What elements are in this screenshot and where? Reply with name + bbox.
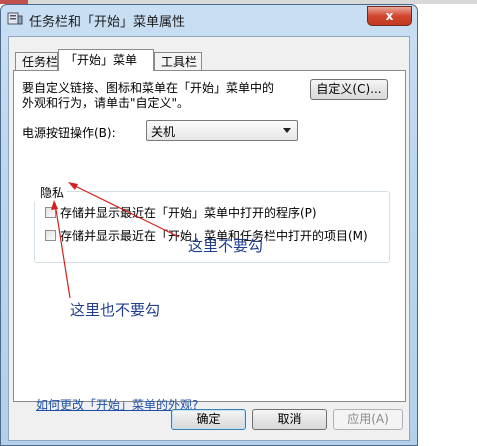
taskbar-properties-icon: [7, 12, 23, 25]
chevron-down-icon: [283, 128, 291, 133]
close-button[interactable]: x: [367, 6, 412, 26]
power-button-select[interactable]: 关机: [146, 120, 298, 141]
properties-dialog: 任务栏和「开始」菜单属性 x 任务栏 「开始」菜单 工具栏 要自定义链接、图标和…: [0, 4, 418, 446]
recent-programs-option[interactable]: 存储并显示最近在「开始」菜单中打开的程序(P): [45, 204, 317, 221]
power-button-label: 电源按钮操作(B):: [22, 126, 116, 140]
tab-start-menu[interactable]: 「开始」菜单: [58, 49, 154, 71]
apply-button[interactable]: 应用(A): [333, 409, 403, 430]
annotation-note-1: 这里不要勾: [188, 237, 264, 255]
ok-button[interactable]: 确定: [171, 409, 246, 430]
recent-programs-checkbox[interactable]: [45, 207, 56, 218]
close-icon: x: [385, 9, 394, 23]
title-bar[interactable]: 任务栏和「开始」菜单属性 x: [1, 5, 417, 31]
recent-programs-label: 存储并显示最近在「开始」菜单中打开的程序(P): [60, 206, 317, 220]
privacy-group-title: 隐私: [34, 184, 68, 201]
customize-description: 要自定义链接、图标和菜单在「开始」菜单中的 外观和行为，请单击"自定义"。: [22, 81, 302, 111]
power-button-value: 关机: [151, 125, 176, 139]
recent-items-checkbox[interactable]: [45, 230, 56, 241]
customize-button[interactable]: 自定义(C)...: [310, 79, 388, 100]
annotation-note-2: 这里也不要勾: [70, 301, 161, 319]
cancel-button[interactable]: 取消: [252, 409, 327, 430]
tab-toolbars[interactable]: 工具栏: [154, 52, 202, 70]
description-line-1: 要自定义链接、图标和菜单在「开始」菜单中的: [22, 81, 275, 95]
description-line-2: 外观和行为，请单击"自定义"。: [22, 96, 190, 110]
window-title: 任务栏和「开始」菜单属性: [29, 15, 186, 30]
tab-taskbar[interactable]: 任务栏: [15, 52, 58, 70]
